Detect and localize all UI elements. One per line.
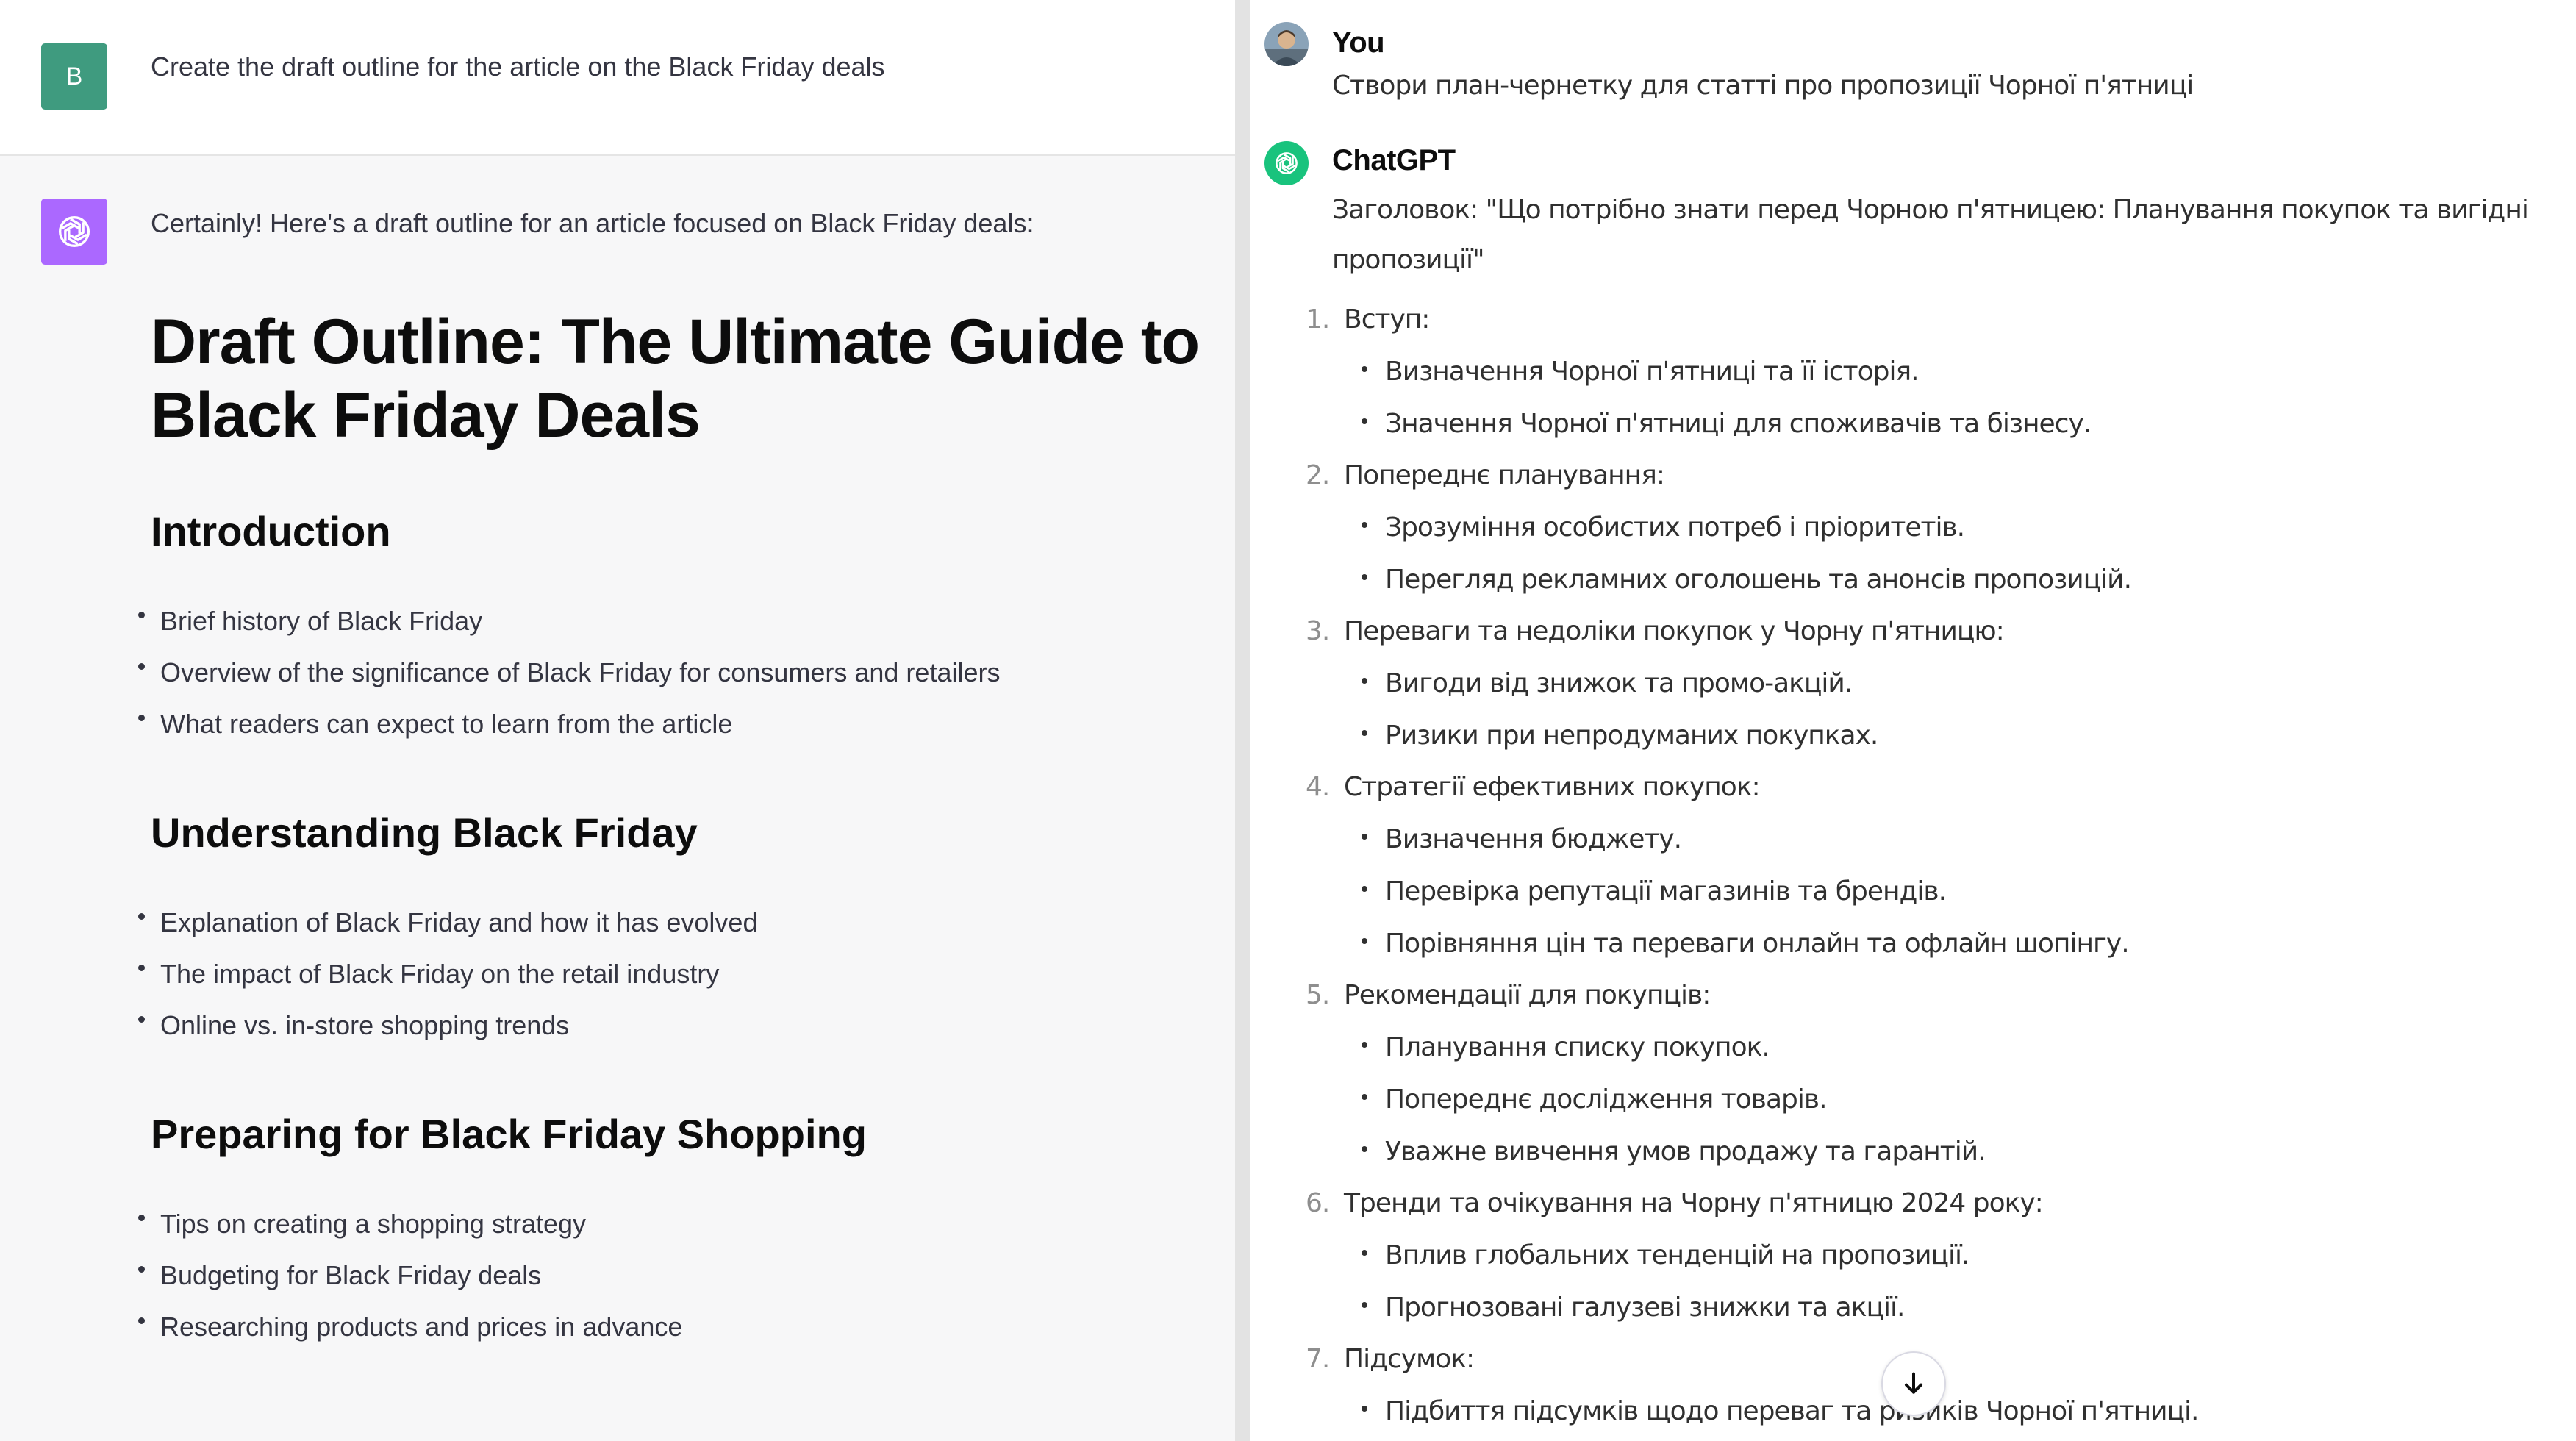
assistant-name: ChatGPT [1332, 144, 1456, 176]
outline-number: 3. [1306, 616, 1330, 646]
outline-item: 5. Рекомендації для покупців: Планування … [1250, 970, 2198, 1178]
list-item: Brief history of Black Friday [0, 596, 1000, 647]
list-item: Explanation of Black Friday and how it h… [0, 897, 757, 948]
list-item: Перегляд рекламних оголошень та анонсів … [1250, 554, 2198, 606]
assistant-intro-text: Certainly! Here's a draft outline for an… [151, 208, 1034, 238]
list-item: The impact of Black Friday on the retail… [0, 948, 757, 1000]
outline-number: 1. [1306, 304, 1330, 335]
list-item: Зрозуміння особистих потреб і пріоритеті… [1250, 501, 2198, 554]
pane-divider [1235, 0, 1250, 1441]
user-photo-icon [1264, 22, 1309, 66]
list-item: Попереднє дослідження товарів. [1250, 1073, 2198, 1126]
list-item: Overview of the significance of Black Fr… [0, 647, 1000, 698]
section-heading-understanding: Understanding Black Friday [151, 809, 698, 856]
list-item: Tips on creating a shopping strategy [0, 1198, 682, 1250]
user-prompt-text: Create the draft outline for the article… [151, 51, 885, 82]
chatgpt-avatar [1264, 141, 1309, 185]
list-item: Порівняння цін та переваги онлайн та офл… [1250, 918, 2198, 970]
openai-logo-icon [1276, 152, 1298, 174]
outline-number: 4. [1306, 772, 1330, 802]
outline-title: Попереднє планування: [1344, 460, 1665, 490]
outline-item: 3. Переваги та недоліки покупок у Чорну п… [1250, 606, 2198, 762]
list-item: Планування списку покупок. [1250, 1021, 2198, 1073]
list-item: Ризики при непродуманих покупках. [1250, 709, 2198, 762]
list-item: Значення Чорної п'ятниці для споживачів … [1250, 398, 2198, 450]
outline-title: Підсумок: [1344, 1344, 1475, 1374]
scroll-to-bottom-button[interactable] [1881, 1351, 1946, 1416]
outline-item: 2. Попереднє планування: Зрозуміння особи… [1250, 450, 2198, 606]
outline-title: Тренди та очікування на Чорну п'ятницю 2… [1344, 1188, 2044, 1218]
list-item: Визначення Чорної п'ятниці та її історія… [1250, 346, 2198, 398]
outline-item: 6. Тренди та очікування на Чорну п'ятницю… [1250, 1178, 2198, 1334]
outline-title: Стратегії ефективних покупок: [1344, 772, 1761, 802]
outline-number: 5. [1306, 980, 1330, 1010]
user-photo-avatar [1264, 22, 1309, 66]
outline-title: Рекомендації для покупців: [1344, 980, 1711, 1010]
list-item: Прогнозовані галузеві знижки та акції. [1250, 1281, 2198, 1334]
user-prompt-text: Створи план-чернетку для статті про проп… [1332, 71, 2194, 101]
ukrainian-chat-pane: You Створи план-чернетку для статті про … [1250, 0, 2576, 1441]
list-item: Вплив глобальних тенденцій на пропозиції… [1250, 1229, 2198, 1281]
outline-number: 6. [1306, 1188, 1330, 1218]
section-heading-preparing: Preparing for Black Friday Shopping [151, 1111, 867, 1157]
outline-number: 7. [1306, 1344, 1330, 1374]
section-list-understanding: Explanation of Black Friday and how it h… [0, 897, 757, 1051]
list-item: Online vs. in-store shopping trends [0, 1000, 757, 1051]
user-message-row: B Create the draft outline for the artic… [0, 0, 1235, 156]
assistant-avatar [41, 199, 107, 265]
outline-title: Вступ: [1344, 304, 1430, 335]
outline-item: 4. Стратегії ефективних покупок: Визначен… [1250, 762, 2198, 970]
outline-number: 2. [1306, 460, 1330, 490]
arrow-down-icon [1905, 1372, 1922, 1394]
outline-title: Draft Outline: The Ultimate Guide to Bla… [151, 307, 1200, 451]
list-item: Уважне вивчення умов продажу та гарантій… [1250, 1126, 2198, 1178]
list-item: Визначення бюджету. [1250, 813, 2198, 865]
list-item: Підбиття підсумків щодо переваг та ризик… [1250, 1385, 2199, 1437]
user-name: You [1332, 26, 1385, 59]
openai-logo-icon [58, 215, 90, 248]
outline-title: Переваги та недоліки покупок у Чорну п'я… [1344, 616, 2005, 646]
list-item: What readers can expect to learn from th… [0, 698, 1000, 750]
article-heading: Заголовок: "Що потрібно знати перед Чорн… [1332, 195, 2529, 275]
section-list-preparing: Tips on creating a shopping strategy Bud… [0, 1198, 682, 1353]
section-list-introduction: Brief history of Black Friday Overview o… [0, 596, 1000, 750]
list-item: Budgeting for Black Friday deals [0, 1250, 682, 1301]
section-heading-introduction: Introduction [151, 508, 391, 554]
list-item: Вигоди від знижок та промо-акцій. [1250, 657, 2198, 709]
outline-item: 7. Підсумок: Підбиття підсумків щодо пере… [1250, 1334, 2199, 1437]
user-avatar: B [41, 43, 107, 110]
english-chat-pane: B Create the draft outline for the artic… [0, 0, 1235, 1441]
outline-item: 1. Вступ: Визначення Чорної п'ятниці та ї… [1250, 294, 2198, 450]
outline-list: 1. Вступ: Визначення Чорної п'ятниці та ї… [1250, 294, 2199, 1437]
list-item: Перевірка репутації магазинів та брендів… [1250, 865, 2198, 918]
list-item: Researching products and prices in advan… [0, 1301, 682, 1353]
